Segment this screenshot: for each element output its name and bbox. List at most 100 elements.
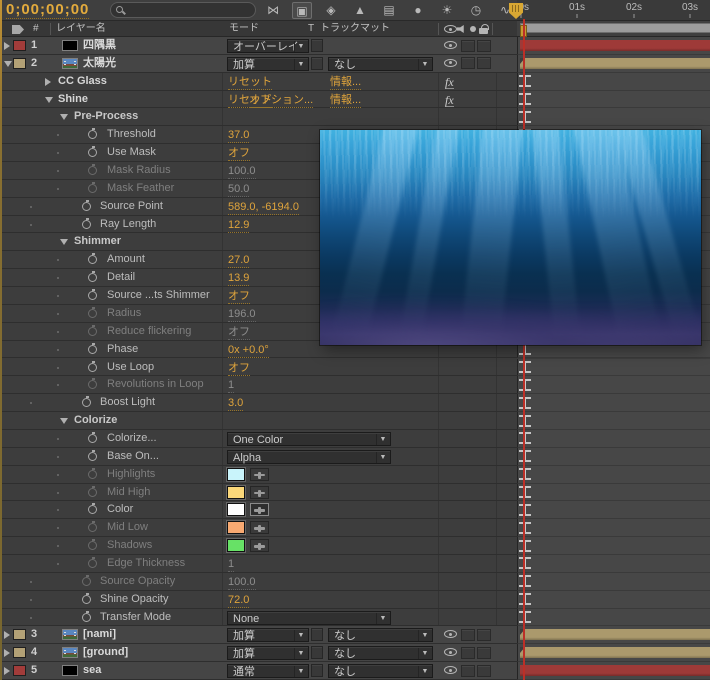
stopwatch-icon[interactable] <box>88 452 97 461</box>
switch-box[interactable] <box>461 40 475 52</box>
property-value[interactable]: 37.0 <box>228 128 249 143</box>
layer-row[interactable]: 1四隅黒オーバーレイ▼ <box>0 37 710 55</box>
switch-box[interactable] <box>461 629 475 641</box>
property-value[interactable]: 27.0 <box>228 253 249 268</box>
twirl-icon[interactable] <box>4 649 10 657</box>
property-dropdown[interactable]: None▼ <box>227 611 391 625</box>
twirl-icon[interactable] <box>4 631 10 639</box>
switch-box[interactable] <box>477 57 491 69</box>
stopwatch-icon[interactable] <box>88 273 97 282</box>
color-swatch[interactable] <box>227 468 245 481</box>
layer-duration-bar[interactable] <box>520 40 710 51</box>
stopwatch-icon[interactable] <box>88 363 97 372</box>
effect-link[interactable]: 情報... <box>330 93 361 108</box>
switch-box[interactable] <box>461 665 475 677</box>
twirl-icon[interactable] <box>60 418 68 424</box>
stopwatch-icon[interactable] <box>82 202 91 211</box>
eyedropper-icon[interactable] <box>250 521 269 534</box>
switch-box[interactable] <box>477 40 491 52</box>
twirl-icon[interactable] <box>45 78 51 86</box>
layer-row[interactable]: 4[ground]加算▼なし▼ <box>0 644 710 662</box>
color-swatch[interactable] <box>227 503 245 516</box>
column-layer-name[interactable]: レイヤー名 <box>56 21 106 37</box>
mode-dropdown[interactable]: 加算▼ <box>227 57 309 71</box>
stopwatch-icon[interactable] <box>88 148 97 157</box>
preserve-transparency-checkbox[interactable] <box>311 664 323 677</box>
current-time-display[interactable]: 0;00;00;00 <box>6 1 89 19</box>
twirl-icon[interactable] <box>60 114 68 120</box>
fx-badge-icon[interactable]: fx <box>445 94 454 107</box>
layer-label-swatch[interactable] <box>13 40 26 51</box>
twirl-icon[interactable] <box>4 667 10 675</box>
mode-dropdown[interactable]: オーバーレイ▼ <box>227 39 309 53</box>
auto-keyframe-icon[interactable]: ◷ <box>466 2 486 19</box>
video-eye-icon[interactable] <box>444 666 457 674</box>
track-matte-dropdown[interactable]: なし▼ <box>328 628 433 642</box>
preserve-transparency-checkbox[interactable] <box>311 57 323 70</box>
live-update-icon[interactable]: ▣ <box>292 2 312 19</box>
track-matte-dropdown[interactable]: なし▼ <box>328 664 433 678</box>
property-value[interactable]: 72.0 <box>228 593 249 608</box>
composition-mini-flowchart-icon[interactable]: ⋈ <box>263 2 283 19</box>
preserve-transparency-checkbox[interactable] <box>311 628 323 641</box>
twirl-icon[interactable] <box>4 42 10 50</box>
mode-dropdown[interactable]: 通常▼ <box>227 664 309 678</box>
motion-blur-icon[interactable]: ● <box>408 2 428 19</box>
video-eye-icon[interactable] <box>444 59 457 67</box>
switch-box[interactable] <box>461 647 475 659</box>
effect-link[interactable]: 情報... <box>330 75 361 90</box>
twirl-icon[interactable] <box>60 239 68 245</box>
switch-box[interactable] <box>477 629 491 641</box>
effect-link[interactable]: オプション... <box>249 93 313 108</box>
property-value[interactable]: 3.0 <box>228 396 243 411</box>
effect-link[interactable]: リセット <box>228 75 272 90</box>
layer-duration-bar[interactable] <box>520 647 710 658</box>
video-eye-icon[interactable] <box>444 41 457 49</box>
property-value[interactable]: オフ <box>228 361 250 376</box>
layer-duration-bar[interactable] <box>520 629 710 640</box>
eyedropper-icon[interactable] <box>250 539 269 552</box>
property-value[interactable]: 12.9 <box>228 218 249 233</box>
twirl-icon[interactable] <box>4 61 12 67</box>
eyedropper-icon[interactable] <box>250 503 269 516</box>
layer-label-swatch[interactable] <box>13 58 26 69</box>
search-input[interactable] <box>110 2 256 18</box>
stopwatch-icon[interactable] <box>82 613 91 622</box>
stopwatch-icon[interactable] <box>88 130 97 139</box>
color-swatch[interactable] <box>227 486 245 499</box>
eyedropper-icon[interactable] <box>250 468 269 481</box>
layer-label-swatch[interactable] <box>13 665 26 676</box>
stopwatch-icon[interactable] <box>88 434 97 443</box>
mode-dropdown[interactable]: 加算▼ <box>227 646 309 660</box>
track-matte-dropdown[interactable]: なし▼ <box>328 646 433 660</box>
column-number[interactable]: # <box>33 21 39 37</box>
property-value[interactable]: オフ <box>228 146 250 161</box>
column-track-matte[interactable]: トラックマット <box>320 21 390 37</box>
eyedropper-icon[interactable] <box>250 486 269 499</box>
stopwatch-icon[interactable] <box>82 398 91 407</box>
stopwatch-icon[interactable] <box>82 595 91 604</box>
track-matte-dropdown[interactable]: なし▼ <box>328 57 433 71</box>
fx-badge-icon[interactable]: fx <box>445 76 454 89</box>
hide-shy-layers-icon[interactable]: ▲ <box>350 2 370 19</box>
property-dropdown[interactable]: Alpha▼ <box>227 450 391 464</box>
preserve-transparency-checkbox[interactable] <box>311 39 323 52</box>
layer-label-swatch[interactable] <box>13 629 26 640</box>
time-ruler[interactable]: 00s01s02s03s <box>517 0 710 21</box>
switch-box[interactable] <box>477 665 491 677</box>
color-swatch[interactable] <box>227 521 245 534</box>
preserve-transparency-checkbox[interactable] <box>311 646 323 659</box>
layer-row[interactable]: 2太陽光加算▼なし▼ <box>0 55 710 73</box>
column-t[interactable]: T <box>308 21 314 37</box>
property-value[interactable]: 0x +0.0° <box>228 343 269 358</box>
twirl-icon[interactable] <box>45 97 53 103</box>
layer-row[interactable]: 3[nami]加算▼なし▼ <box>0 626 710 644</box>
stopwatch-icon[interactable] <box>88 345 97 354</box>
layer-label-swatch[interactable] <box>13 647 26 658</box>
stopwatch-icon[interactable] <box>82 220 91 229</box>
column-mode[interactable]: モード <box>229 21 259 37</box>
mode-dropdown[interactable]: 加算▼ <box>227 628 309 642</box>
brainstorm-icon[interactable]: ☀ <box>437 2 457 19</box>
frame-blending-icon[interactable]: ▤ <box>379 2 399 19</box>
switch-box[interactable] <box>477 647 491 659</box>
